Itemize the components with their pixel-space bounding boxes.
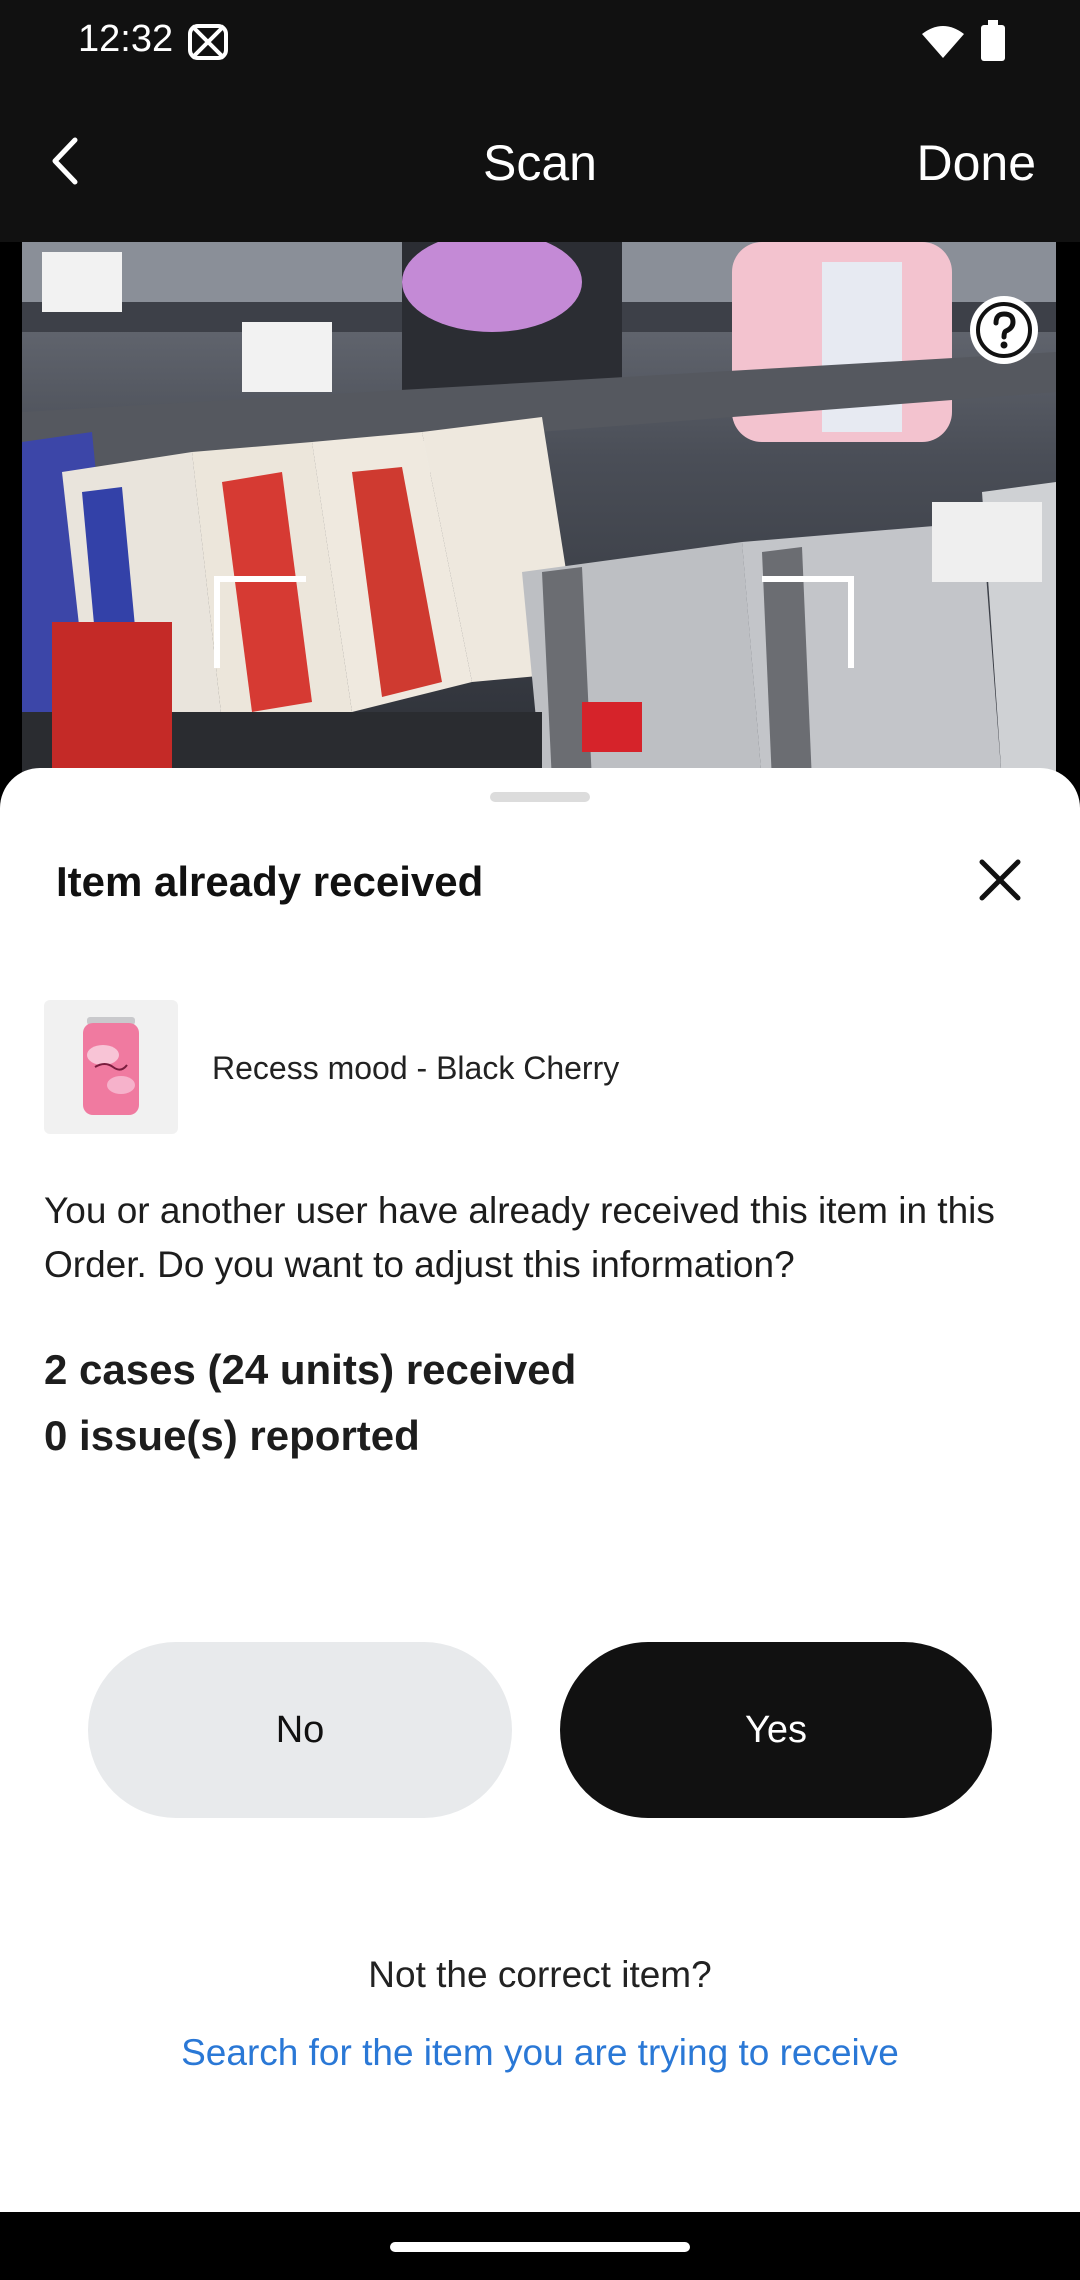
close-button[interactable]: [970, 850, 1030, 910]
drag-handle[interactable]: [490, 792, 590, 802]
camera-feed-image: [22, 242, 1056, 782]
status-bar: 12:32: [0, 0, 1080, 84]
no-button[interactable]: No: [88, 1642, 512, 1818]
search-item-link[interactable]: Search for the item you are trying to re…: [0, 2032, 1080, 2074]
status-time: 12:32: [78, 18, 174, 60]
bottom-sheet: Item already received Recess mood - Blac…: [0, 768, 1080, 2212]
issues-summary: 0 issue(s) reported: [44, 1412, 420, 1459]
product-name: Recess mood - Black Cherry: [212, 1050, 620, 1086]
battery-icon: [981, 20, 1005, 61]
can-icon: [83, 1017, 139, 1115]
not-correct-item-text: Not the correct item?: [368, 1954, 712, 1995]
app-bar: Scan Done: [0, 84, 1080, 242]
done-button[interactable]: Done: [916, 134, 1036, 192]
product-thumbnail: [44, 1000, 178, 1134]
yes-button[interactable]: Yes: [560, 1642, 992, 1818]
home-indicator[interactable]: [390, 2242, 690, 2252]
already-received-message: You or another user have already receive…: [44, 1190, 995, 1285]
wifi-icon: [922, 26, 964, 58]
scan-frame-corner-top-right: [762, 576, 854, 668]
received-summary: 2 cases (24 units) received: [44, 1346, 577, 1393]
app-notification-icon: [188, 24, 228, 60]
close-icon: [979, 859, 1021, 901]
sheet-title: Item already received: [56, 858, 484, 905]
help-button[interactable]: [970, 296, 1038, 364]
camera-viewfinder: [22, 242, 1056, 782]
scan-frame-corner-top-left: [214, 576, 306, 668]
question-icon: [976, 302, 1032, 358]
system-nav-bar: [0, 2212, 1080, 2280]
